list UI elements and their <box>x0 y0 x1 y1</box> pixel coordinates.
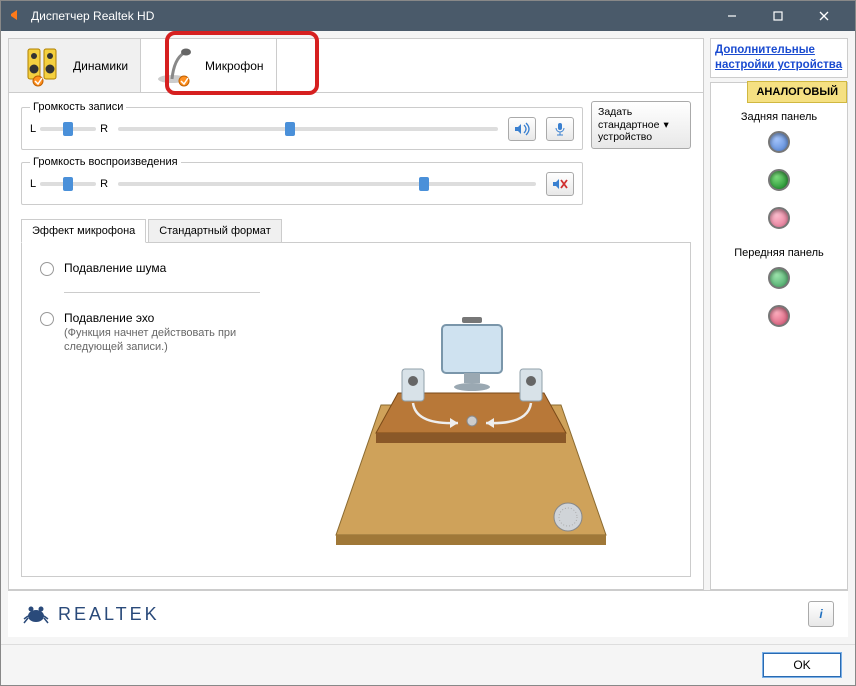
close-button[interactable] <box>801 1 847 31</box>
advanced-settings-link[interactable]: Дополнительные настройки устройства <box>715 43 843 73</box>
sidebar: Дополнительные настройки устройства АНАЛ… <box>710 38 848 590</box>
tab-microphone[interactable]: Микрофон <box>141 39 276 92</box>
titlebar: Диспетчер Realtek HD <box>1 1 855 31</box>
speakers-icon <box>21 43 67 89</box>
analog-tab[interactable]: АНАЛОГОВЫЙ <box>747 81 847 103</box>
playback-volume-group: Громкость воспроизведения L R <box>21 156 583 205</box>
chevron-down-icon: ▾ <box>663 119 668 132</box>
columns: Динамики Микрофон <box>8 38 848 590</box>
device-tabs: Динамики Микрофон <box>9 39 703 93</box>
playback-volume-slider[interactable] <box>118 182 536 186</box>
info-button[interactable]: i <box>808 601 834 627</box>
jack-front-green[interactable] <box>768 267 790 289</box>
echo-cancellation-option[interactable]: Подавление эхо (Функция начнет действова… <box>40 311 260 353</box>
tab-mic-effect[interactable]: Эффект микрофона <box>21 219 146 243</box>
sliders-area: Громкость записи L R <box>9 93 703 219</box>
realtek-logo-text: REALTEK <box>58 604 160 625</box>
tab-microphone-label: Микрофон <box>205 59 263 73</box>
microphone-icon <box>153 43 199 89</box>
minimize-button[interactable] <box>709 1 755 31</box>
tab-default-format[interactable]: Стандартный формат <box>148 219 281 242</box>
app-icon <box>9 8 25 24</box>
radio-icon <box>40 312 54 326</box>
noise-suppression-label: Подавление шума <box>64 261 166 275</box>
room-illustration <box>270 261 672 558</box>
recording-volume-label: Громкость записи <box>30 101 126 113</box>
jack-front-pink[interactable] <box>768 305 790 327</box>
main-panel: Динамики Микрофон <box>8 38 704 590</box>
echo-cancellation-sublabel: (Функция начнет действовать при следующе… <box>64 327 236 353</box>
recording-balance-slider[interactable]: L R <box>30 123 108 135</box>
playback-mute-button[interactable] <box>546 172 574 196</box>
app-window: Диспетчер Realtek HD <box>0 0 856 686</box>
set-default-device-button[interactable]: Задать стандартное устройство ▾ <box>591 101 691 149</box>
effects-panel: Подавление шума Подавление эхо (Функция … <box>21 243 691 577</box>
playback-balance-slider[interactable]: L R <box>30 178 108 190</box>
recording-volume-slider[interactable] <box>118 127 498 131</box>
jack-rear-blue[interactable] <box>768 131 790 153</box>
dialog-buttons: OK <box>1 644 855 685</box>
sub-tabs: Эффект микрофона Стандартный формат <box>21 219 691 243</box>
rear-panel-label: Задняя панель <box>717 111 841 123</box>
realtek-logo: REALTEK <box>22 602 160 626</box>
jack-rear-green[interactable] <box>768 169 790 191</box>
tab-speakers-label: Динамики <box>73 59 128 73</box>
radio-icon <box>40 262 54 276</box>
recording-volume-group: Громкость записи L R <box>21 101 583 150</box>
ok-button[interactable]: OK <box>763 653 841 677</box>
jack-rear-pink[interactable] <box>768 207 790 229</box>
playback-volume-label: Громкость воспроизведения <box>30 156 181 168</box>
playback-test-button[interactable] <box>508 117 536 141</box>
separator <box>64 292 260 293</box>
noise-suppression-option[interactable]: Подавление шума <box>40 261 260 276</box>
connector-panel: АНАЛОГОВЫЙ Задняя панель Передняя панель <box>710 82 848 590</box>
maximize-button[interactable] <box>755 1 801 31</box>
footer: REALTEK i <box>8 590 848 637</box>
echo-cancellation-label: Подавление эхо <box>64 311 260 325</box>
mic-mute-button[interactable] <box>546 117 574 141</box>
content-area: Динамики Микрофон <box>1 31 855 644</box>
tab-speakers[interactable]: Динамики <box>9 39 141 92</box>
front-panel-label: Передняя панель <box>717 247 841 259</box>
advanced-settings-box: Дополнительные настройки устройства <box>710 38 848 78</box>
window-title: Диспетчер Realtek HD <box>31 9 709 23</box>
realtek-crab-icon <box>22 602 50 626</box>
